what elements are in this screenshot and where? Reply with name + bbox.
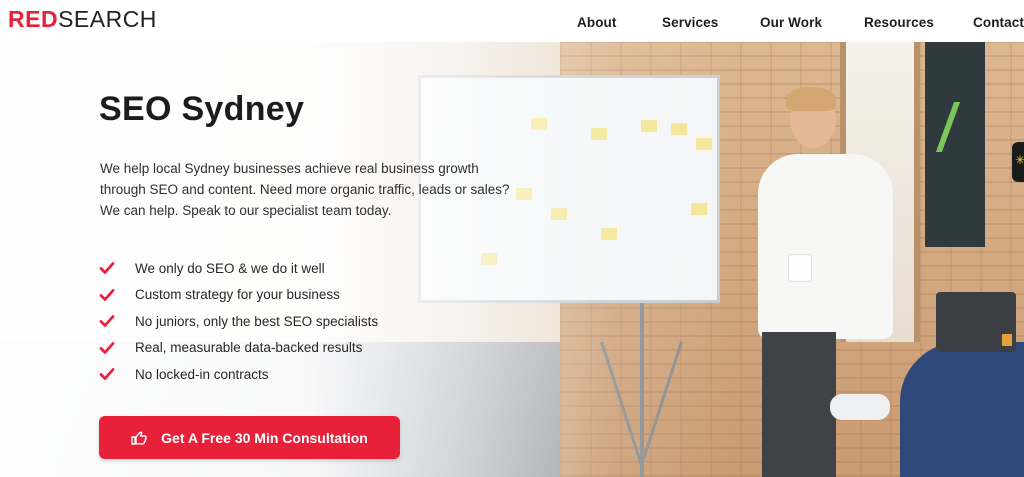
benefits-list: We only do SEO & we do it well Custom st…	[99, 255, 378, 388]
nav-about[interactable]: About	[577, 15, 616, 30]
list-item: No locked-in contracts	[99, 361, 378, 388]
check-icon	[99, 368, 115, 381]
free-consultation-button[interactable]: Get A Free 30 Min Consultation	[99, 416, 400, 459]
logo-red-text: RED	[8, 6, 59, 32]
list-item: Custom strategy for your business	[99, 282, 378, 309]
page-title: SEO Sydney	[99, 90, 305, 128]
nav-resources[interactable]: Resources	[864, 15, 934, 30]
cta-label: Get A Free 30 Min Consultation	[161, 429, 368, 446]
lead-line-3: We can help. Speak to our specialist tea…	[100, 203, 392, 218]
site-logo[interactable]: REDSEARCH	[8, 8, 157, 31]
list-item: We only do SEO & we do it well	[99, 255, 378, 282]
nav-services[interactable]: Services	[662, 15, 718, 30]
benefit-text: Real, measurable data-backed results	[135, 340, 363, 356]
benefit-text: No juniors, only the best SEO specialist…	[135, 313, 379, 329]
check-icon	[99, 341, 115, 354]
nav-our-work[interactable]: Our Work	[760, 15, 822, 30]
hero-lead: We help local Sydney businesses achieve …	[100, 158, 520, 221]
check-icon	[99, 315, 115, 328]
check-icon	[99, 288, 115, 301]
list-item: No juniors, only the best SEO specialist…	[99, 308, 378, 335]
lead-line-2: through SEO and content. Need more organ…	[100, 182, 510, 197]
hero-content: SEO Sydney We help local Sydney business…	[0, 0, 1024, 477]
list-item: Real, measurable data-backed results	[99, 335, 378, 362]
hand-pointer-icon	[131, 431, 147, 445]
logo-dark-text: SEARCH	[58, 6, 157, 32]
benefit-text: Custom strategy for your business	[135, 287, 340, 303]
benefit-text: No locked-in contracts	[135, 366, 269, 382]
check-icon	[99, 262, 115, 275]
site-header: REDSEARCH About Services Our Work Resour…	[0, 0, 1024, 42]
benefit-text: We only do SEO & we do it well	[135, 260, 325, 276]
nav-contact[interactable]: Contact	[973, 15, 1024, 30]
lead-line-1: We help local Sydney businesses achieve …	[100, 161, 479, 176]
